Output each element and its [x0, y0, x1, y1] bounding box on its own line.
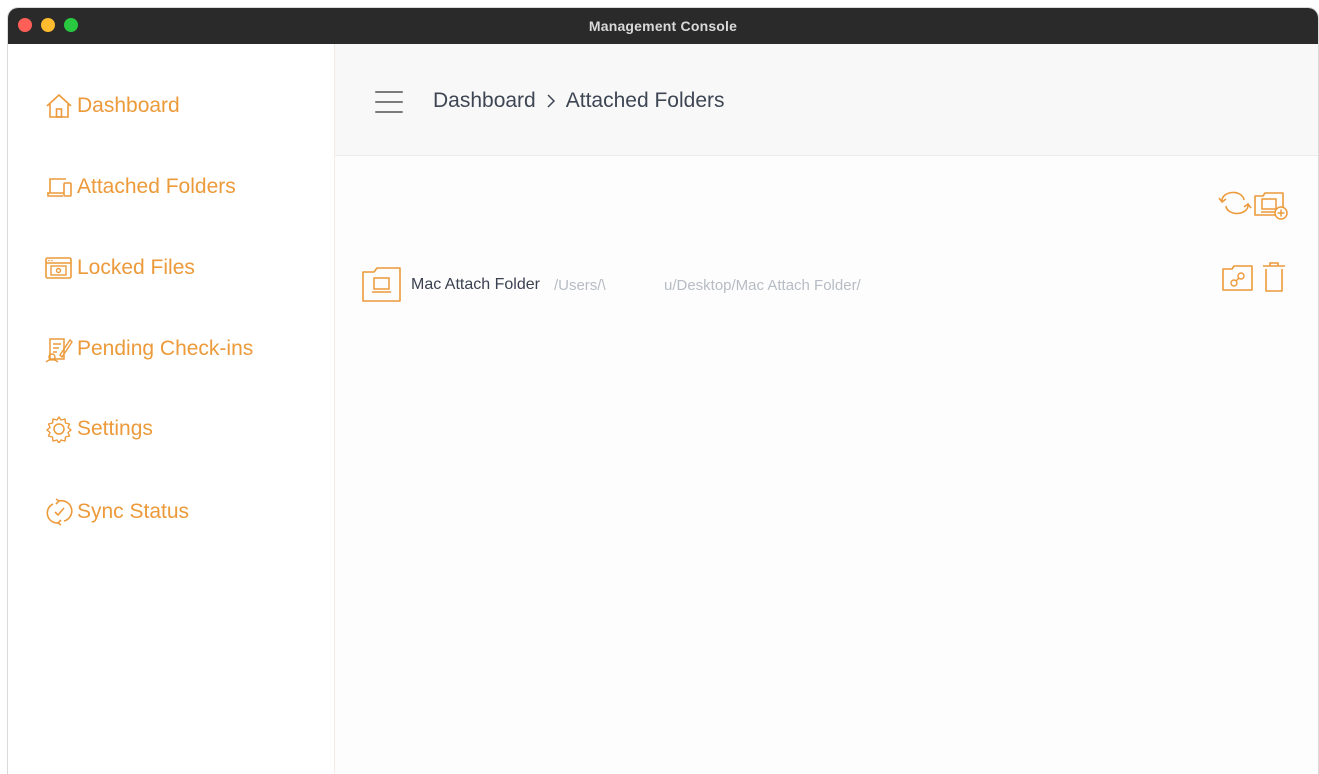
folder-path: /Users/\ u/Desktop/Mac Attach Folder/ [553, 276, 861, 294]
folder-device-icon [47, 178, 72, 197]
sidebar-item-settings[interactable]: Settings [44, 415, 153, 443]
sidebar: Dashboard Attached Folders Locked Files [8, 44, 335, 774]
list-item[interactable]: Mac Attach Folder /Users/\ u/Desktop/Mac… [361, 266, 861, 304]
window-controls [18, 18, 78, 32]
add-folder-icon[interactable] [1253, 188, 1291, 227]
header-bar: Dashboard Attached Folders [335, 44, 1318, 156]
app-window: Management Console Dashboard Attached Fo… [8, 8, 1318, 774]
locked-file-icon [45, 257, 72, 279]
maximize-window-button[interactable] [64, 18, 78, 32]
sidebar-item-sync-status[interactable]: Sync Status [44, 497, 189, 527]
sidebar-item-label: Sync Status [77, 500, 190, 523]
sidebar-item-pending-check-ins[interactable]: Pending Check-ins [44, 335, 253, 363]
breadcrumb-attached-folders: Attached Folders [565, 89, 725, 112]
breadcrumb-dashboard[interactable]: Dashboard [433, 89, 536, 113]
sync-icon [46, 498, 73, 526]
sidebar-item-label: Settings [77, 417, 153, 440]
title-bar: Management Console [8, 8, 1318, 44]
sidebar-item-dashboard[interactable]: Dashboard [44, 92, 180, 120]
breadcrumb: Dashboard Attached Folders [433, 89, 725, 113]
folder-link-icon[interactable] [1221, 263, 1255, 298]
sidebar-item-label: Dashboard [77, 94, 180, 117]
close-window-button[interactable] [18, 18, 32, 32]
refresh-icon[interactable] [1218, 190, 1252, 221]
pending-checkin-icon [45, 338, 73, 363]
sidebar-item-attached-folders[interactable]: Attached Folders [44, 173, 236, 201]
chevron-right-icon [546, 93, 556, 109]
sidebar-item-label: Attached Folders [77, 175, 236, 198]
folder-name: Mac Attach Folder [411, 276, 540, 293]
trash-icon[interactable] [1261, 260, 1287, 299]
home-icon [46, 94, 72, 118]
window-title: Management Console [588, 18, 738, 34]
main-content: Dashboard Attached Folders Mac Attach Fo… [335, 44, 1318, 774]
sidebar-item-label: Pending Check-ins [77, 337, 254, 360]
sidebar-item-locked-files[interactable]: Locked Files [44, 254, 195, 282]
sidebar-item-label: Locked Files [77, 256, 195, 279]
menu-toggle-icon[interactable] [375, 91, 403, 113]
folder-icon [362, 267, 401, 302]
gear-icon [46, 416, 72, 443]
minimize-window-button[interactable] [41, 18, 55, 32]
